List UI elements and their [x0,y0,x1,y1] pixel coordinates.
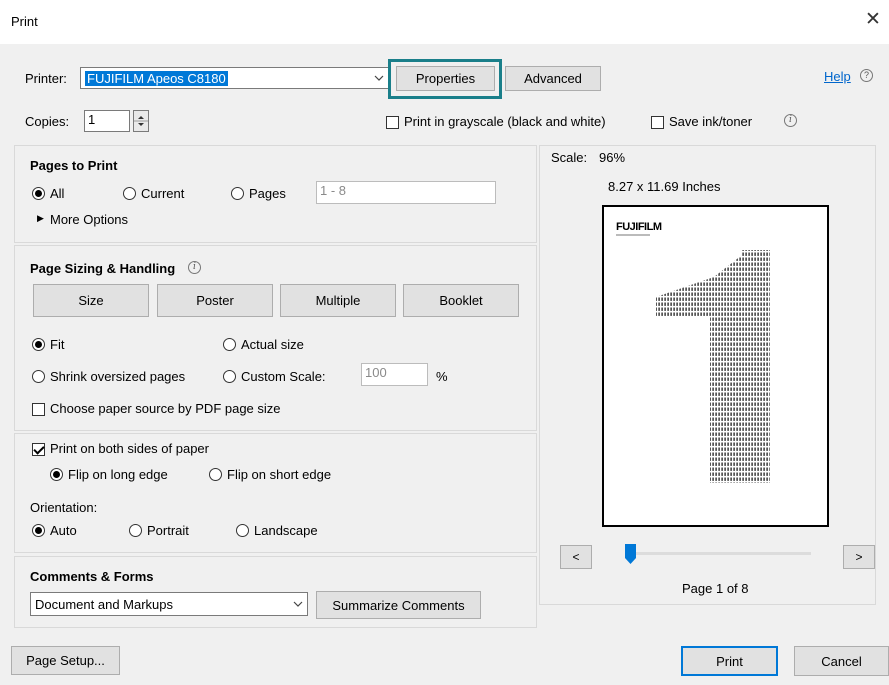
radio-custom-scale-label: Custom Scale: [241,369,326,384]
radio-pages-label: Pages [249,186,286,201]
radio-auto-label: Auto [50,523,77,538]
grayscale-checkbox[interactable] [386,114,399,130]
scale-value: 96% [599,150,626,165]
radio-long-edge[interactable] [50,466,63,482]
radio-portrait[interactable] [129,522,142,538]
radio-shrink-label: Shrink oversized pages [50,369,186,384]
summarize-comments-button[interactable]: Summarize Comments [316,591,481,619]
title-bar [0,0,889,44]
radio-landscape[interactable] [236,522,249,538]
copies-input[interactable]: 1 [84,110,130,132]
page-setup-button[interactable]: Page Setup... [11,646,120,675]
paper-source-label: Choose paper source by PDF page size [50,401,281,416]
radio-custom-scale[interactable] [223,368,236,384]
radio-actual-size[interactable] [223,336,236,352]
copies-label: Copies: [25,114,70,129]
page-preview-digit-art [656,250,770,483]
pages-to-print-title: Pages to Print [30,158,118,173]
radio-long-edge-label: Flip on long edge [68,467,168,482]
scale-label: Scale: [551,150,588,165]
save-ink-label: Save ink/toner [669,114,753,129]
expand-triangle-icon[interactable]: ▶ [37,213,44,224]
radio-current-label: Current [141,186,185,201]
both-sides-checkbox[interactable] [32,441,45,457]
page-slider-thumb[interactable] [625,544,636,564]
comments-forms-title: Comments & Forms [30,569,154,584]
next-page-button[interactable]: > [843,545,875,569]
booklet-button[interactable]: Booklet [403,284,519,317]
radio-shrink[interactable] [32,368,45,384]
close-icon[interactable]: ✕ [865,10,881,30]
prev-page-button[interactable]: < [560,545,592,569]
help-icon[interactable]: ? [860,69,873,82]
radio-all[interactable] [32,185,45,201]
percent-label: % [436,369,448,384]
pages-range-input[interactable]: 1 - 8 [316,181,496,204]
info-icon[interactable]: i [188,261,201,274]
radio-all-label: All [50,186,65,201]
radio-current[interactable] [123,185,136,201]
radio-fit-label: Fit [50,337,65,352]
paper-source-checkbox[interactable] [32,401,45,417]
page-dimensions: 8.27 x 11.69 Inches [608,179,721,194]
multiple-button[interactable]: Multiple [280,284,396,317]
print-button[interactable]: Print [681,646,778,676]
radio-short-edge[interactable] [209,466,222,482]
page-preview: FUJIFILM [602,205,829,527]
save-ink-checkbox[interactable] [651,114,664,130]
size-button[interactable]: Size [33,284,149,317]
radio-short-edge-label: Flip on short edge [227,467,332,482]
more-options-toggle[interactable]: More Options [50,212,128,227]
radio-portrait-label: Portrait [147,523,189,538]
chevron-down-icon [289,593,307,615]
printer-select[interactable]: FUJIFILM Apeos C8180 [80,67,389,89]
custom-scale-input[interactable]: 100 [361,363,428,386]
radio-landscape-label: Landscape [254,523,318,538]
cancel-button[interactable]: Cancel [794,646,889,676]
printer-selected-value: FUJIFILM Apeos C8180 [85,70,228,86]
both-sides-label: Print on both sides of paper [50,441,209,456]
comments-forms-selected-value: Document and Markups [35,596,174,612]
comments-forms-select[interactable]: Document and Markups [30,592,308,616]
grayscale-label: Print in grayscale (black and white) [404,114,606,129]
poster-button[interactable]: Poster [157,284,273,317]
advanced-button[interactable]: Advanced [505,66,601,91]
info-icon[interactable]: i [784,114,797,127]
chevron-down-icon [370,68,388,88]
page-sizing-title: Page Sizing & Handling [30,261,176,276]
radio-actual-size-label: Actual size [241,337,304,352]
help-link[interactable]: Help [824,69,851,84]
copies-stepper[interactable] [133,110,149,132]
page-slider-track[interactable] [625,552,811,555]
radio-auto[interactable] [32,522,45,538]
orientation-label: Orientation: [30,500,98,515]
printer-label: Printer: [25,71,67,86]
page-indicator: Page 1 of 8 [682,581,749,596]
window-title: Print [11,14,38,29]
radio-pages[interactable] [231,185,244,201]
radio-fit[interactable] [32,336,45,352]
properties-button[interactable]: Properties [396,66,495,91]
